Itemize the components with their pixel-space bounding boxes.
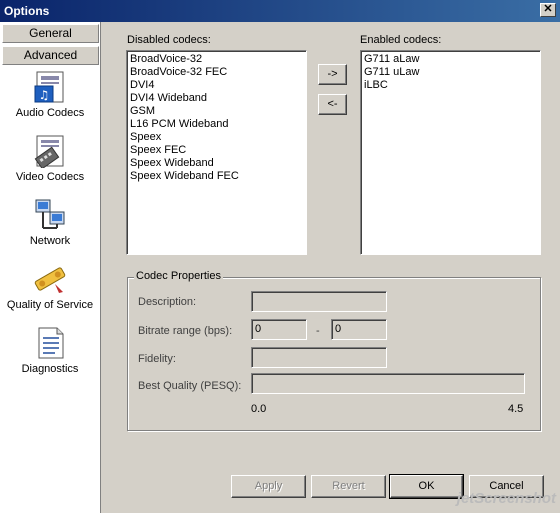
network-icon [35,199,65,229]
disabled-codecs-list[interactable]: BroadVoice-32 BroadVoice-32 FEC DVI4 DVI… [126,50,307,255]
list-item[interactable]: G711 uLaw [364,66,537,79]
list-item[interactable]: L16 PCM Wideband [130,118,303,131]
fidelity-label: Fidelity: [138,353,176,365]
pesq-min-label: 0.0 [251,403,267,415]
list-item[interactable]: Speex Wideband [130,157,303,170]
sidebar: General Advanced ♫ Audio Codecs Video Co… [0,22,101,513]
close-button[interactable]: ✕ [540,3,556,17]
quality-of-service-icon [34,267,66,293]
fidelity-field [251,347,387,368]
bitrate-range-label: Bitrate range (bps): [138,325,233,337]
window-title: Options [4,4,50,18]
list-item[interactable]: Speex [130,131,303,144]
list-item[interactable]: DVI4 Wideband [130,92,303,105]
description-field [251,291,387,312]
tab-advanced[interactable]: Advanced [2,46,99,65]
watermark: jetScreenshot [456,490,556,507]
list-item[interactable]: iLBC [364,79,537,92]
nav-quality-of-service[interactable]: Quality of Service [0,262,100,311]
nav-label: Quality of Service [6,299,94,311]
move-to-enabled-button[interactable]: -> [318,64,347,85]
audio-codecs-icon: ♫ [34,71,64,103]
nav-label: Audio Codecs [15,107,85,119]
enabled-codecs-list[interactable]: G711 aLaw G711 uLaw iLBC [360,50,541,255]
bitrate-separator: - [316,325,320,337]
tab-general[interactable]: General [2,24,99,43]
pesq-max-label: 4.5 [508,403,524,415]
revert-button[interactable]: Revert [311,475,386,498]
bitrate-max-field: 0 [331,319,387,340]
bitrate-min-field: 0 [251,319,307,340]
pesq-label: Best Quality (PESQ): [138,380,242,392]
list-item[interactable]: Speex Wideband FEC [130,170,303,183]
list-item[interactable]: G711 aLaw [364,53,537,66]
close-icon: ✕ [543,3,553,15]
nav-label: Diagnostics [21,363,79,375]
diagnostics-icon [38,327,64,359]
nav-label: Network [29,235,71,247]
title-bar: Options ✕ [0,0,560,22]
nav-diagnostics[interactable]: Diagnostics [0,326,100,375]
description-label: Description: [138,296,197,308]
list-item[interactable]: BroadVoice-32 FEC [130,66,303,79]
list-item[interactable]: DVI4 [130,79,303,92]
list-item[interactable]: GSM [130,105,303,118]
disabled-codecs-label: Disabled codecs: [127,34,211,46]
nav-network[interactable]: Network [0,198,100,247]
enabled-codecs-label: Enabled codecs: [360,34,442,46]
apply-button[interactable]: Apply [231,475,306,498]
list-item[interactable]: BroadVoice-32 [130,53,303,66]
pesq-bar [251,373,525,394]
list-item[interactable]: Speex FEC [130,144,303,157]
move-to-disabled-button[interactable]: <- [318,94,347,115]
video-codecs-icon [34,135,64,168]
nav-audio-codecs[interactable]: ♫ Audio Codecs [0,70,100,119]
ok-button[interactable]: OK [389,474,464,499]
svg-text:♫: ♫ [39,88,50,102]
nav-video-codecs[interactable]: Video Codecs [0,134,100,183]
nav-label: Video Codecs [15,171,85,183]
codec-properties-title: Codec Properties [134,270,223,282]
